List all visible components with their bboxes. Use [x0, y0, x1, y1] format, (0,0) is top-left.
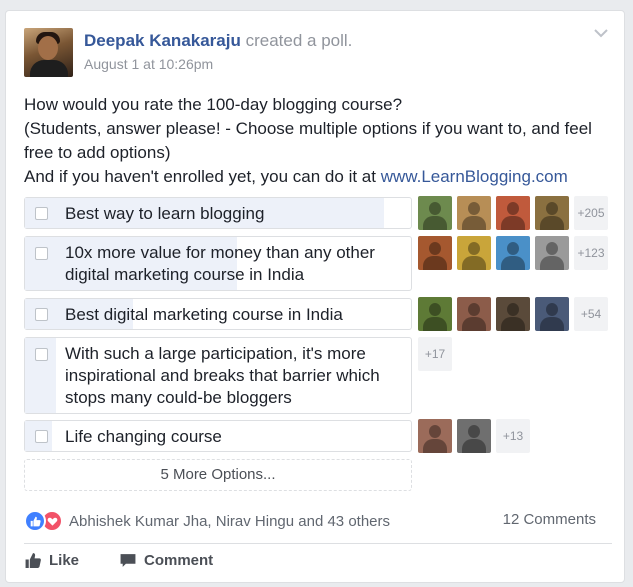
thumbs-up-icon — [25, 553, 41, 568]
voter-avatar[interactable] — [496, 236, 530, 270]
poll-option[interactable]: Life changing course — [24, 420, 412, 452]
voter-avatars: +123 — [418, 236, 608, 270]
poll-option-label: 10x more value for money than any other … — [65, 243, 375, 284]
comment-button[interactable]: Comment — [119, 552, 213, 569]
poll-option-label: Best digital marketing course in India — [65, 305, 343, 324]
author-name-link[interactable]: Deepak Kanakaraju — [84, 31, 241, 50]
post-text: How would you rate the 100-day blogging … — [24, 93, 614, 189]
post-header: Deepak Kanakaraju created a poll. — [84, 31, 352, 51]
poll-option-label: With such a large participation, it's mo… — [65, 344, 380, 407]
voter-avatar[interactable] — [418, 236, 452, 270]
post-action-text: created a poll. — [245, 31, 353, 50]
poll-option-checkbox[interactable] — [35, 308, 48, 321]
poll-option[interactable]: Best digital marketing course in India — [24, 298, 412, 330]
like-button[interactable]: Like — [24, 552, 79, 569]
voter-avatar[interactable] — [418, 419, 452, 453]
voter-avatar[interactable] — [535, 196, 569, 230]
poll-option[interactable]: With such a large participation, it's mo… — [24, 337, 412, 414]
post-question: How would you rate the 100-day blogging … — [24, 95, 403, 114]
voter-avatar[interactable] — [418, 297, 452, 331]
post-instructions: (Students, answer please! - Choose multi… — [24, 119, 592, 162]
comments-count-link[interactable]: 12 Comments — [503, 511, 596, 528]
more-voters-count[interactable]: +17 — [418, 337, 452, 371]
poll-option-checkbox[interactable] — [35, 348, 48, 361]
chevron-down-icon[interactable] — [594, 29, 608, 38]
voter-avatar[interactable] — [535, 236, 569, 270]
like-reaction-icon — [24, 510, 46, 532]
more-voters-count[interactable]: +205 — [574, 196, 608, 230]
more-options-button[interactable]: 5 More Options... — [24, 459, 412, 491]
poll-option-checkbox[interactable] — [35, 247, 48, 260]
more-voters-count[interactable]: +123 — [574, 236, 608, 270]
voter-avatar[interactable] — [496, 297, 530, 331]
poll-option[interactable]: Best way to learn blogging — [24, 197, 412, 229]
voter-avatar[interactable] — [418, 196, 452, 230]
more-voters-count[interactable]: +13 — [496, 419, 530, 453]
divider — [24, 543, 612, 544]
poll-option-label: Life changing course — [65, 427, 222, 446]
poll-option-checkbox[interactable] — [35, 430, 48, 443]
voter-avatars: +13 — [418, 419, 530, 453]
poll-option-label: Best way to learn blogging — [65, 204, 265, 223]
poll-post-card: Deepak Kanakaraju created a poll. August… — [5, 10, 625, 583]
voter-avatar[interactable] — [457, 419, 491, 453]
voter-avatar[interactable] — [496, 196, 530, 230]
post-enroll-line: And if you haven't enrolled yet, you can… — [24, 165, 614, 189]
voter-avatar[interactable] — [535, 297, 569, 331]
voter-avatars: +54 — [418, 297, 608, 331]
comment-label: Comment — [144, 552, 214, 569]
enroll-text: And if you haven't enrolled yet, you can… — [24, 167, 381, 186]
voter-avatars: +205 — [418, 196, 608, 230]
voter-avatar[interactable] — [457, 196, 491, 230]
more-voters-count[interactable]: +54 — [574, 297, 608, 331]
learnblogging-link[interactable]: www.LearnBlogging.com — [381, 167, 568, 186]
poll-option-checkbox[interactable] — [35, 207, 48, 220]
post-timestamp[interactable]: August 1 at 10:26pm — [84, 56, 213, 72]
voter-avatar[interactable] — [457, 236, 491, 270]
voter-avatar[interactable] — [457, 297, 491, 331]
author-avatar[interactable] — [24, 28, 73, 77]
voter-avatars: +17 — [418, 337, 452, 371]
reactions-summary[interactable]: Abhishek Kumar Jha, Nirav Hingu and 43 o… — [24, 510, 390, 532]
reactors-text[interactable]: Abhishek Kumar Jha, Nirav Hingu and 43 o… — [69, 513, 390, 530]
poll-option[interactable]: 10x more value for money than any other … — [24, 236, 412, 291]
like-label: Like — [49, 552, 80, 569]
comment-bubble-icon — [120, 554, 136, 567]
